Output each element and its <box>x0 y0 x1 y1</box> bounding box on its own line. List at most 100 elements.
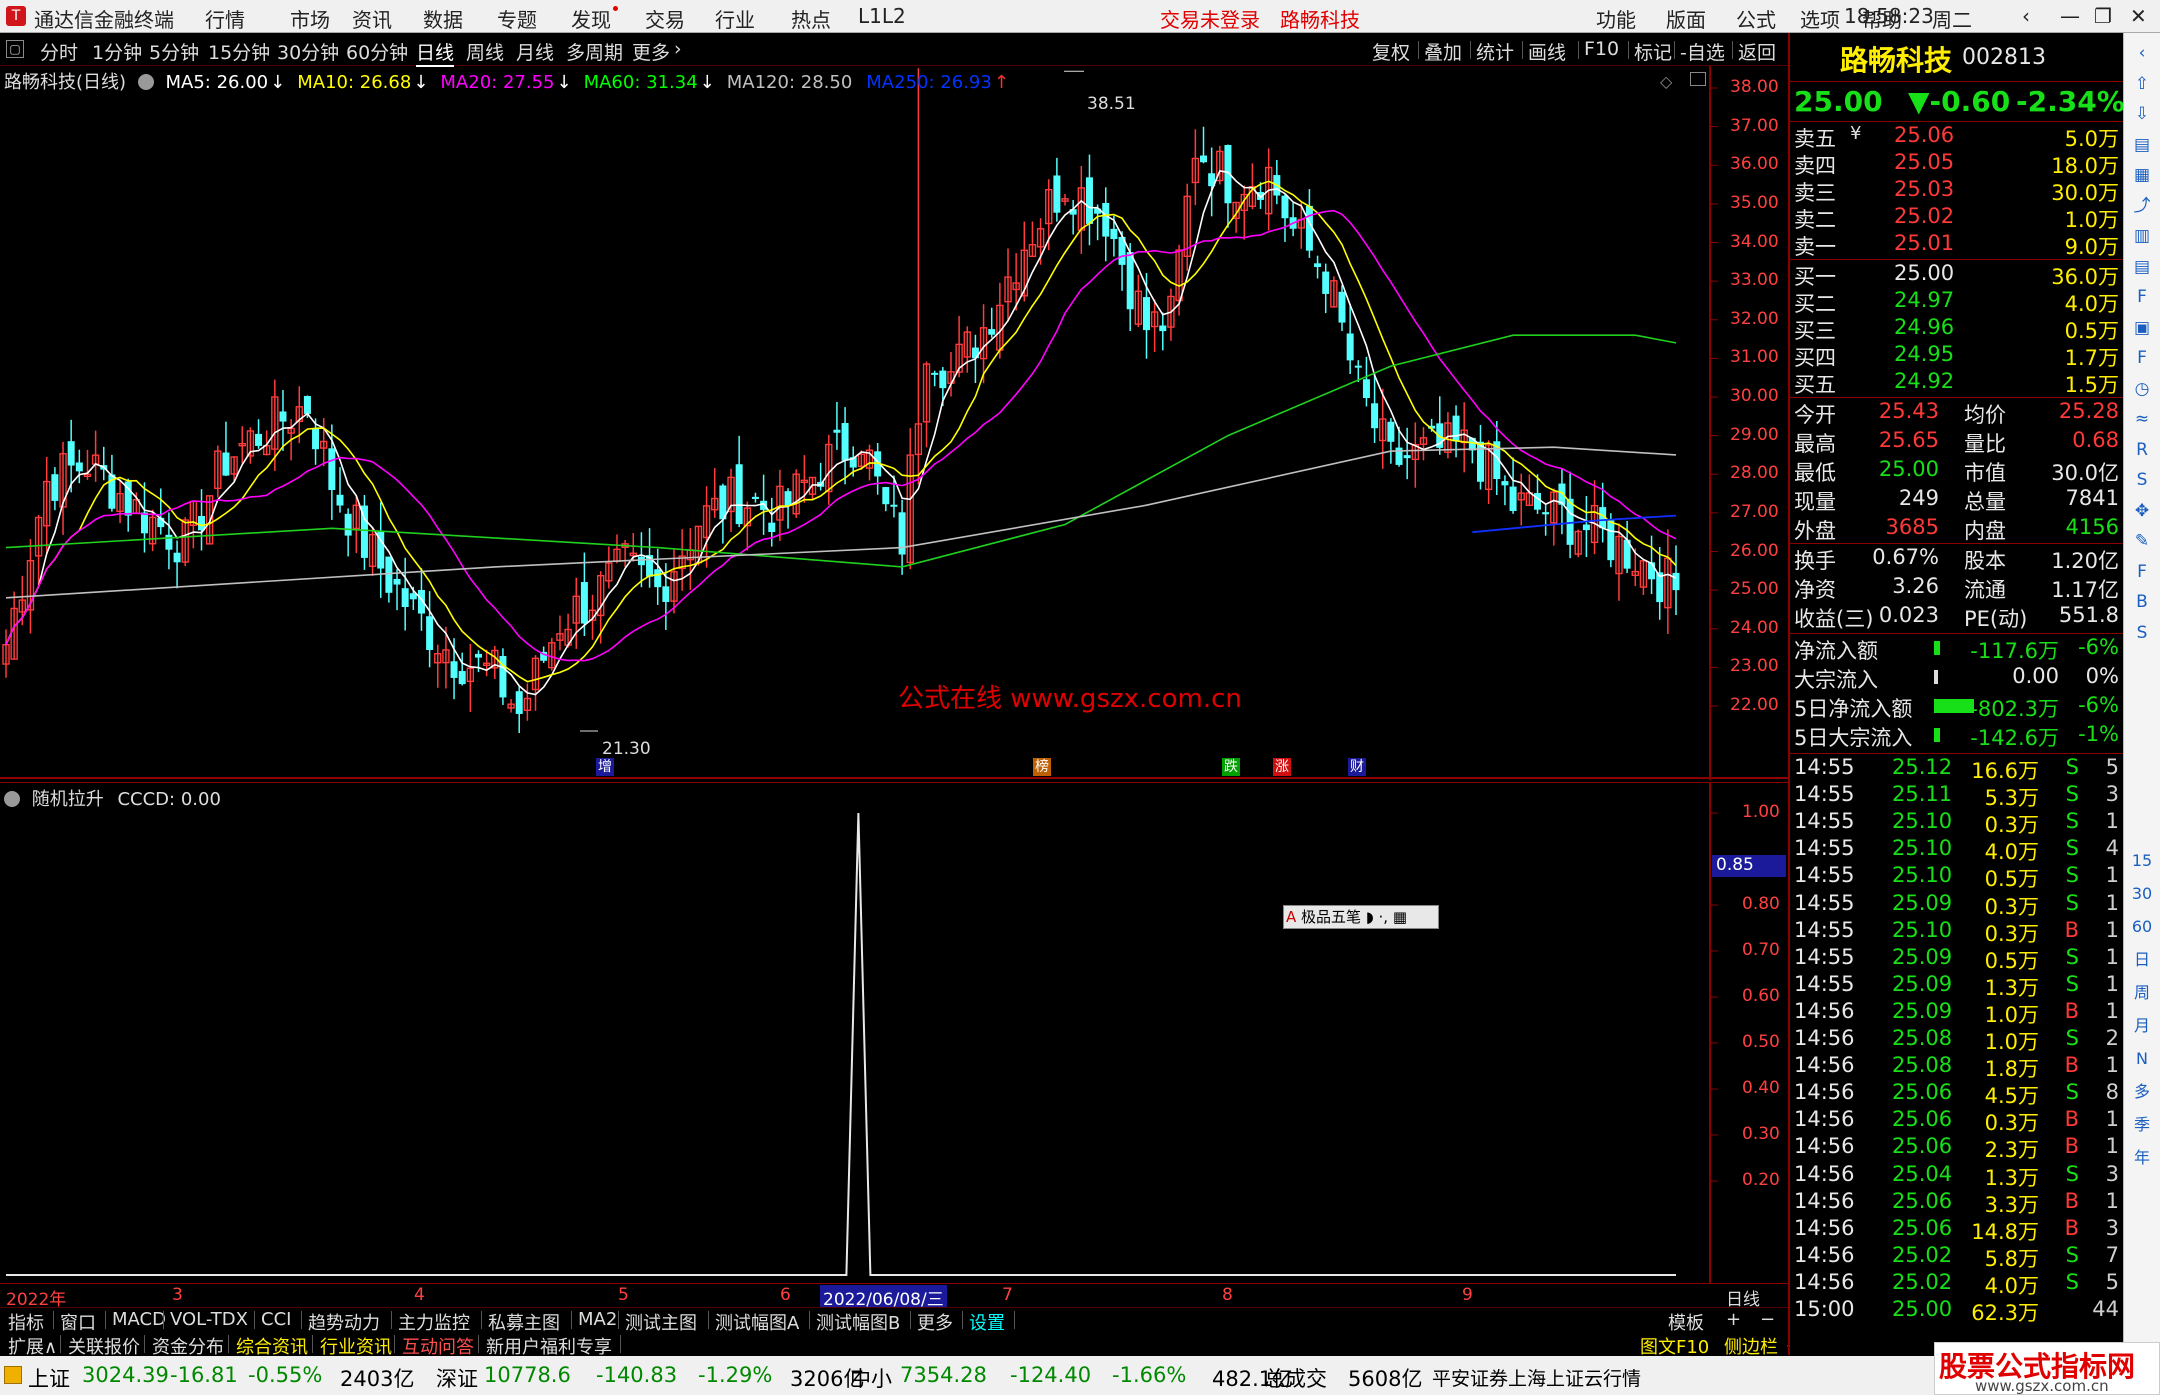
period-tab[interactable]: 月线 <box>516 38 554 65</box>
period-tab[interactable]: 日线 <box>416 38 455 67</box>
index-name[interactable]: 上证 <box>28 1363 70 1393</box>
period-shortcut[interactable]: 年 <box>2130 1146 2154 1170</box>
settings-icon[interactable] <box>137 74 154 90</box>
event-marker[interactable]: 增 <box>596 758 614 776</box>
maximize-icon[interactable]: ❐ <box>2094 4 2112 28</box>
menu-item[interactable]: 行情 <box>205 4 245 33</box>
bid-price[interactable]: 24.96 <box>1894 315 1954 339</box>
period-shortcut[interactable]: 季 <box>2130 1113 2154 1137</box>
up-icon[interactable]: ⇧ <box>2130 72 2154 96</box>
menu-item[interactable]: 资讯 <box>352 4 392 33</box>
window-icon[interactable] <box>1690 72 1706 86</box>
$-icon[interactable]: S <box>2130 621 2154 645</box>
trend-icon[interactable]: ≈ <box>2130 407 2154 431</box>
settings-icon[interactable] <box>4 791 20 807</box>
period-tab[interactable]: 30分钟 <box>277 38 339 65</box>
indicator-tab[interactable]: CCI <box>257 1309 295 1330</box>
b-icon[interactable]: B <box>2130 590 2154 614</box>
diamond-icon[interactable]: ◇ <box>1660 72 1672 91</box>
ask-price[interactable]: 25.03 <box>1894 177 1954 201</box>
top-right-menu-item[interactable]: 公式 <box>1736 4 1776 33</box>
top-right-menu-item[interactable]: 版面 <box>1666 4 1706 33</box>
menu-item[interactable]: 交易 <box>645 4 685 33</box>
clock-icon[interactable]: ◷ <box>2130 377 2154 401</box>
close-icon[interactable]: ✕ <box>2130 4 2147 28</box>
period-shortcut[interactable]: N <box>2130 1047 2154 1071</box>
chart-icon[interactable]: ⤴ <box>2130 194 2154 218</box>
period-tab[interactable]: 15分钟 <box>208 38 270 65</box>
period-shortcut[interactable]: 60 <box>2130 915 2154 939</box>
menu-item[interactable]: L1L2 <box>858 4 906 28</box>
bar-icon[interactable]: ▥ <box>2130 224 2154 248</box>
period-tab[interactable]: 更多 <box>632 38 670 65</box>
kline-chart[interactable]: 路畅科技(日线) MA5: 26.00 ↓ MA10: 26.68 ↓ MA20: 27… <box>0 66 1788 780</box>
event-marker[interactable]: 涨 <box>1273 758 1291 776</box>
flame-icon[interactable]: S <box>2130 468 2154 492</box>
bid-price[interactable]: 24.92 <box>1894 369 1954 393</box>
news-icon[interactable]: ▣ <box>2130 316 2154 340</box>
login-status[interactable]: 交易未登录 <box>1160 4 1260 33</box>
toolbar-button[interactable]: 统计 <box>1476 38 1514 65</box>
fs-icon[interactable]: F <box>2130 560 2154 584</box>
ask-price[interactable]: 25.05 <box>1894 150 1954 174</box>
toolbar-button[interactable]: F10 <box>1584 38 1619 60</box>
toolbar-button[interactable]: 返回 <box>1738 38 1776 65</box>
menu-item[interactable]: 专题 <box>497 4 537 33</box>
period-shortcut[interactable]: 30 <box>2130 882 2154 906</box>
tab-tool-button[interactable]: + <box>1722 1309 1745 1330</box>
chevron-right-icon[interactable]: › <box>674 38 682 60</box>
indicator-tab[interactable]: MA2 <box>574 1309 621 1330</box>
toolbar-button[interactable]: 叠加 <box>1424 38 1462 65</box>
ask-price[interactable]: 25.06 <box>1894 123 1954 147</box>
period-shortcut[interactable]: 15 <box>2130 849 2154 873</box>
toolbar-button[interactable]: 复权 <box>1372 38 1410 65</box>
toolbar-button[interactable]: 标记 <box>1634 38 1672 65</box>
grid-icon[interactable]: ▦ <box>2130 163 2154 187</box>
index-name[interactable]: 中小 <box>850 1363 892 1393</box>
bid-price[interactable]: 24.97 <box>1894 288 1954 312</box>
period-shortcut[interactable]: 月 <box>2130 1014 2154 1038</box>
period-tab[interactable]: 分时 <box>40 38 78 65</box>
ime-toolbar[interactable]: A 极品五笔 ◗ ·, ▦ <box>1283 905 1439 929</box>
event-marker[interactable]: 财 <box>1348 758 1366 776</box>
bid-price[interactable]: 25.00 <box>1894 261 1954 285</box>
down-icon[interactable]: ⇩ <box>2130 102 2154 126</box>
indicator-tab[interactable]: MACD <box>108 1309 170 1330</box>
indicator-tab[interactable]: VOL-TDX <box>166 1309 252 1330</box>
list-icon[interactable]: ▤ <box>2130 255 2154 279</box>
ime-keyboard-icon[interactable]: ▦ <box>1393 908 1407 926</box>
period-tab[interactable]: 多周期 <box>566 38 623 65</box>
menu-item[interactable]: 发现 <box>571 4 611 33</box>
minimize-icon[interactable]: — <box>2060 4 2080 28</box>
ask-price[interactable]: 25.01 <box>1894 231 1954 255</box>
back-arrow-icon[interactable]: ‹ <box>2022 4 2030 28</box>
menu-item[interactable]: 市场 <box>290 4 330 33</box>
period-tab[interactable]: 1分钟 <box>92 38 142 65</box>
pen-icon[interactable]: ✎ <box>2130 529 2154 553</box>
move-icon[interactable]: ✥ <box>2130 499 2154 523</box>
bid-price[interactable]: 24.95 <box>1894 342 1954 366</box>
period-tab[interactable]: 5分钟 <box>149 38 199 65</box>
book-icon[interactable]: ▤ <box>2130 133 2154 157</box>
toolbar-button[interactable]: -自选 <box>1680 38 1725 65</box>
f2-icon[interactable]: F <box>2130 346 2154 370</box>
toggle-panel-icon[interactable]: ▢ <box>6 40 24 58</box>
period-tab[interactable]: 60分钟 <box>346 38 408 65</box>
menu-item[interactable]: 行业 <box>715 4 755 33</box>
menu-item[interactable]: 热点 <box>791 4 831 33</box>
index-name[interactable]: 深证 <box>436 1363 478 1393</box>
top-right-menu-item[interactable]: 选项 <box>1800 4 1840 33</box>
period-shortcut[interactable]: 日 <box>2130 948 2154 972</box>
collapse-icon[interactable]: ‹ <box>2130 41 2154 65</box>
f10-icon[interactable]: F <box>2130 285 2154 309</box>
event-marker[interactable]: 榜 <box>1033 758 1051 776</box>
period-tab[interactable]: 周线 <box>466 38 504 65</box>
ask-price[interactable]: 25.02 <box>1894 204 1954 228</box>
tab-tool-button[interactable]: − <box>1756 1309 1779 1330</box>
period-shortcut[interactable]: 周 <box>2130 981 2154 1005</box>
period-shortcut[interactable]: 多 <box>2130 1080 2154 1104</box>
toolbar-button[interactable]: 画线 <box>1528 38 1566 65</box>
top-right-menu-item[interactable]: 功能 <box>1596 4 1636 33</box>
event-marker[interactable]: 跌 <box>1222 758 1240 776</box>
menu-item[interactable]: 数据 <box>423 4 463 33</box>
